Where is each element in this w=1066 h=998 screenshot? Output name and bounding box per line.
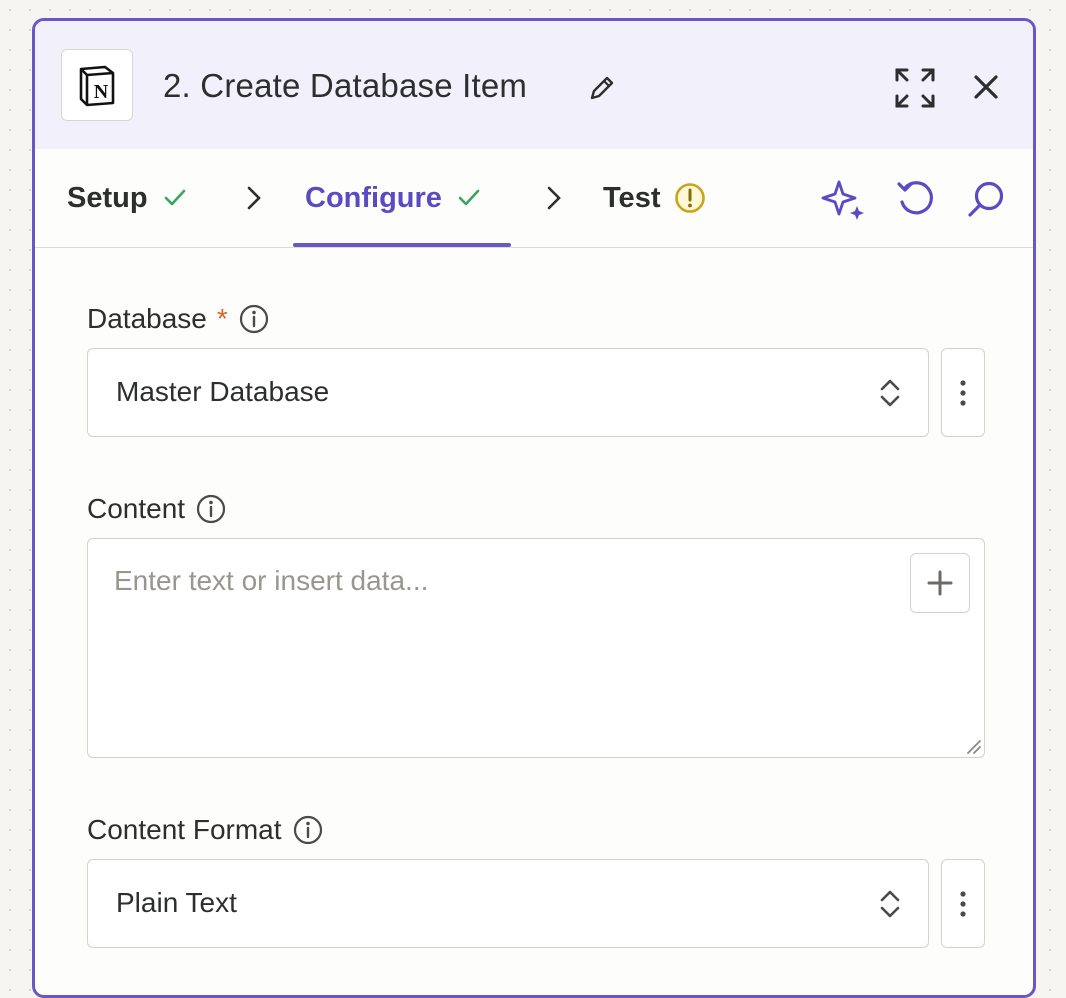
chevron-right-icon: [547, 186, 561, 210]
insert-data-button[interactable]: [910, 553, 970, 613]
chevron-right-icon: [247, 186, 261, 210]
content-format-options-button[interactable]: [941, 859, 985, 948]
tab-setup[interactable]: Setup: [67, 149, 188, 247]
ai-sparkle-icon[interactable]: [821, 178, 867, 220]
expand-icon[interactable]: [893, 66, 937, 110]
more-vertical-icon: [960, 379, 966, 406]
step-title: 2. Create Database Item: [163, 67, 528, 104]
tab-test[interactable]: Test: [603, 149, 706, 247]
tab-label: Setup: [67, 181, 148, 214]
content-format-label: Content Format: [87, 814, 282, 845]
undo-icon[interactable]: [895, 178, 937, 220]
active-tab-indicator: [293, 243, 511, 247]
step-tabs: Setup Configure Test: [35, 149, 1033, 248]
notion-icon: N: [79, 65, 115, 107]
app-icon: N: [61, 49, 133, 121]
required-mark: *: [216, 303, 228, 334]
edit-title-icon[interactable]: [587, 73, 617, 103]
database-field-label: Database *: [87, 303, 270, 335]
content-input[interactable]: Enter text or insert data...: [87, 538, 985, 758]
info-icon[interactable]: [238, 303, 270, 335]
chevron-up-down-icon: [880, 890, 900, 918]
content-label: Content: [87, 493, 186, 524]
tab-label: Test: [603, 181, 661, 214]
more-vertical-icon: [960, 890, 966, 917]
notion-logo-letter: N: [94, 81, 109, 103]
resize-handle-icon[interactable]: [964, 737, 982, 755]
check-icon: [458, 189, 480, 206]
close-icon[interactable]: [970, 71, 1002, 103]
tab-configure[interactable]: Configure: [305, 149, 482, 247]
search-icon[interactable]: [965, 178, 1007, 220]
warning-icon: [675, 183, 706, 213]
panel-header: N 2. Create Database Item: [35, 21, 1033, 149]
content-format-field-label: Content Format: [87, 814, 324, 846]
chevron-up-down-icon: [880, 379, 900, 407]
content-format-select-value: Plain Text: [116, 887, 237, 918]
info-icon[interactable]: [292, 814, 324, 846]
content-format-select[interactable]: Plain Text: [87, 859, 929, 948]
database-select-value: Master Database: [116, 376, 330, 407]
content-field-label: Content: [87, 493, 227, 525]
step-panel: N 2. Create Database Item Setup Configur…: [32, 18, 1036, 998]
database-label: Database: [87, 303, 207, 334]
content-placeholder: Enter text or insert data...: [114, 565, 429, 596]
plus-icon: [927, 570, 953, 596]
tab-label: Configure: [305, 181, 442, 214]
info-icon[interactable]: [195, 493, 227, 525]
database-select[interactable]: Master Database: [87, 348, 929, 437]
check-icon: [164, 189, 185, 206]
database-options-button[interactable]: [941, 348, 985, 437]
